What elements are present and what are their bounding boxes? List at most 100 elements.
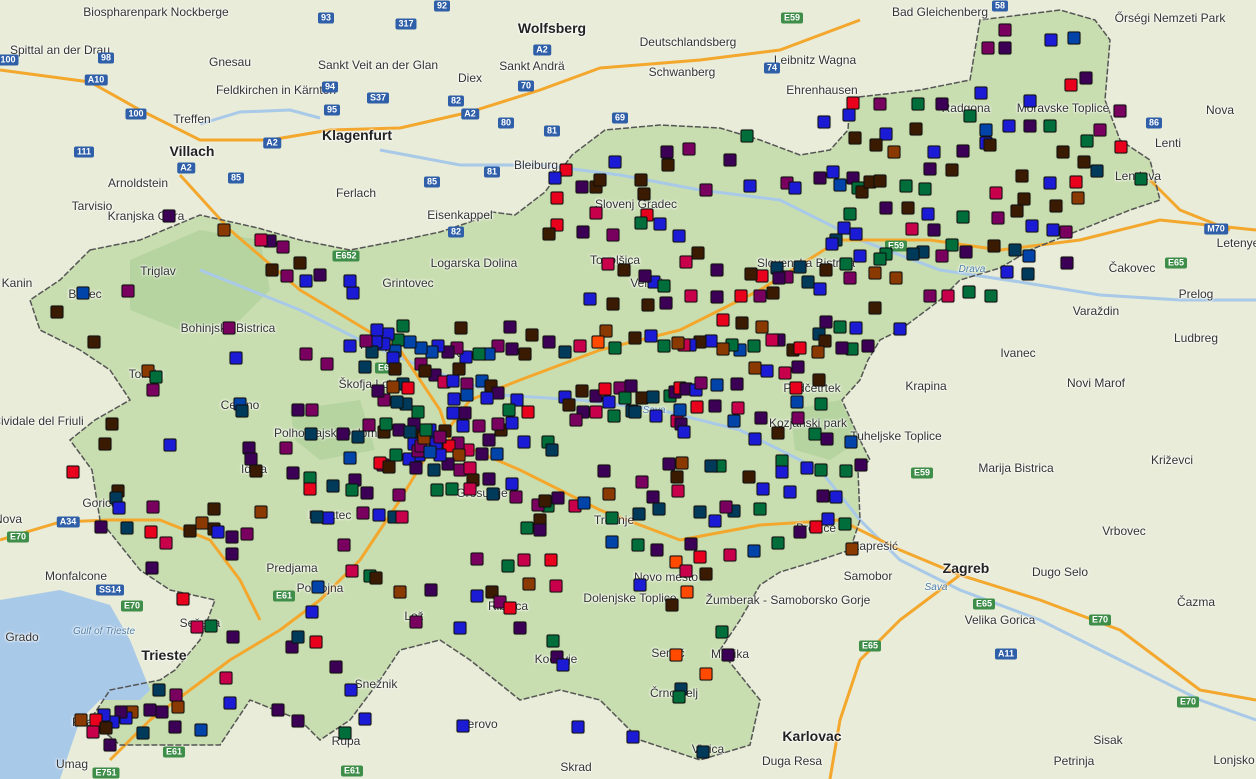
- map-marker[interactable]: [833, 178, 847, 192]
- map-marker[interactable]: [105, 417, 119, 431]
- map-marker[interactable]: [359, 334, 373, 348]
- map-marker[interactable]: [626, 730, 640, 744]
- map-marker[interactable]: [103, 738, 117, 752]
- map-marker[interactable]: [343, 339, 357, 353]
- map-marker[interactable]: [575, 180, 589, 194]
- map-marker[interactable]: [981, 41, 995, 55]
- map-marker[interactable]: [589, 206, 603, 220]
- map-marker[interactable]: [291, 630, 305, 644]
- map-marker[interactable]: [671, 484, 685, 498]
- map-marker[interactable]: [791, 411, 805, 425]
- map-marker[interactable]: [194, 723, 208, 737]
- map-marker[interactable]: [1043, 119, 1057, 133]
- map-marker[interactable]: [608, 155, 622, 169]
- map-marker[interactable]: [959, 245, 973, 259]
- map-marker[interactable]: [628, 331, 642, 345]
- map-marker[interactable]: [293, 256, 307, 270]
- map-marker[interactable]: [665, 598, 679, 612]
- map-marker[interactable]: [120, 521, 134, 535]
- map-marker[interactable]: [710, 290, 724, 304]
- map-marker[interactable]: [756, 482, 770, 496]
- map-marker[interactable]: [1079, 71, 1093, 85]
- map-marker[interactable]: [753, 289, 767, 303]
- map-marker[interactable]: [597, 464, 611, 478]
- map-marker[interactable]: [503, 601, 517, 615]
- map-marker[interactable]: [679, 564, 693, 578]
- map-marker[interactable]: [517, 435, 531, 449]
- map-marker[interactable]: [556, 658, 570, 672]
- map-marker[interactable]: [735, 316, 749, 330]
- map-marker[interactable]: [1071, 191, 1085, 205]
- map-marker[interactable]: [662, 457, 676, 471]
- map-marker[interactable]: [974, 86, 988, 100]
- map-marker[interactable]: [204, 619, 218, 633]
- map-marker[interactable]: [602, 487, 616, 501]
- map-marker[interactable]: [821, 512, 835, 526]
- map-marker[interactable]: [1002, 119, 1016, 133]
- map-marker[interactable]: [843, 271, 857, 285]
- map-marker[interactable]: [766, 286, 780, 300]
- map-marker[interactable]: [591, 335, 605, 349]
- map-marker[interactable]: [254, 505, 268, 519]
- map-marker[interactable]: [395, 510, 409, 524]
- map-marker[interactable]: [542, 335, 556, 349]
- map-marker[interactable]: [1010, 204, 1024, 218]
- map-marker[interactable]: [229, 351, 243, 365]
- map-marker[interactable]: [873, 97, 887, 111]
- map-marker[interactable]: [1015, 169, 1029, 183]
- map-marker[interactable]: [424, 583, 438, 597]
- map-marker[interactable]: [159, 536, 173, 550]
- map-marker[interactable]: [771, 536, 785, 550]
- map-marker[interactable]: [631, 538, 645, 552]
- map-marker[interactable]: [905, 222, 919, 236]
- map-marker[interactable]: [672, 229, 686, 243]
- map-marker[interactable]: [152, 683, 166, 697]
- map-marker[interactable]: [723, 153, 737, 167]
- map-marker[interactable]: [207, 502, 221, 516]
- map-marker[interactable]: [463, 482, 477, 496]
- map-marker[interactable]: [760, 364, 774, 378]
- map-marker[interactable]: [699, 183, 713, 197]
- map-marker[interactable]: [979, 123, 993, 137]
- map-marker[interactable]: [538, 494, 552, 508]
- map-marker[interactable]: [991, 211, 1005, 225]
- map-marker[interactable]: [650, 543, 664, 557]
- map-marker[interactable]: [789, 381, 803, 395]
- map-marker[interactable]: [235, 404, 249, 418]
- map-marker[interactable]: [371, 384, 385, 398]
- map-marker[interactable]: [753, 502, 767, 516]
- map-marker[interactable]: [845, 542, 859, 556]
- map-marker[interactable]: [693, 550, 707, 564]
- map-marker[interactable]: [833, 320, 847, 334]
- map-marker[interactable]: [190, 620, 204, 634]
- map-marker[interactable]: [1059, 225, 1073, 239]
- map-marker[interactable]: [265, 263, 279, 277]
- map-marker[interactable]: [345, 564, 359, 578]
- map-marker[interactable]: [838, 517, 852, 531]
- map-marker[interactable]: [868, 266, 882, 280]
- map-marker[interactable]: [427, 463, 441, 477]
- map-marker[interactable]: [1067, 31, 1081, 45]
- map-marker[interactable]: [1044, 33, 1058, 47]
- map-marker[interactable]: [935, 249, 949, 263]
- map-marker[interactable]: [601, 257, 615, 271]
- map-marker[interactable]: [279, 441, 293, 455]
- map-marker[interactable]: [1113, 104, 1127, 118]
- map-marker[interactable]: [754, 411, 768, 425]
- map-marker[interactable]: [1000, 265, 1014, 279]
- map-marker[interactable]: [811, 345, 825, 359]
- map-marker[interactable]: [573, 339, 587, 353]
- map-marker[interactable]: [800, 461, 814, 475]
- map-marker[interactable]: [392, 488, 406, 502]
- map-marker[interactable]: [879, 201, 893, 215]
- map-marker[interactable]: [445, 482, 459, 496]
- map-marker[interactable]: [984, 289, 998, 303]
- map-marker[interactable]: [447, 392, 461, 406]
- map-marker[interactable]: [653, 217, 667, 231]
- map-marker[interactable]: [219, 671, 233, 685]
- map-marker[interactable]: [472, 347, 486, 361]
- map-marker[interactable]: [618, 391, 632, 405]
- map-marker[interactable]: [456, 719, 470, 733]
- map-marker[interactable]: [989, 186, 1003, 200]
- map-marker[interactable]: [121, 284, 135, 298]
